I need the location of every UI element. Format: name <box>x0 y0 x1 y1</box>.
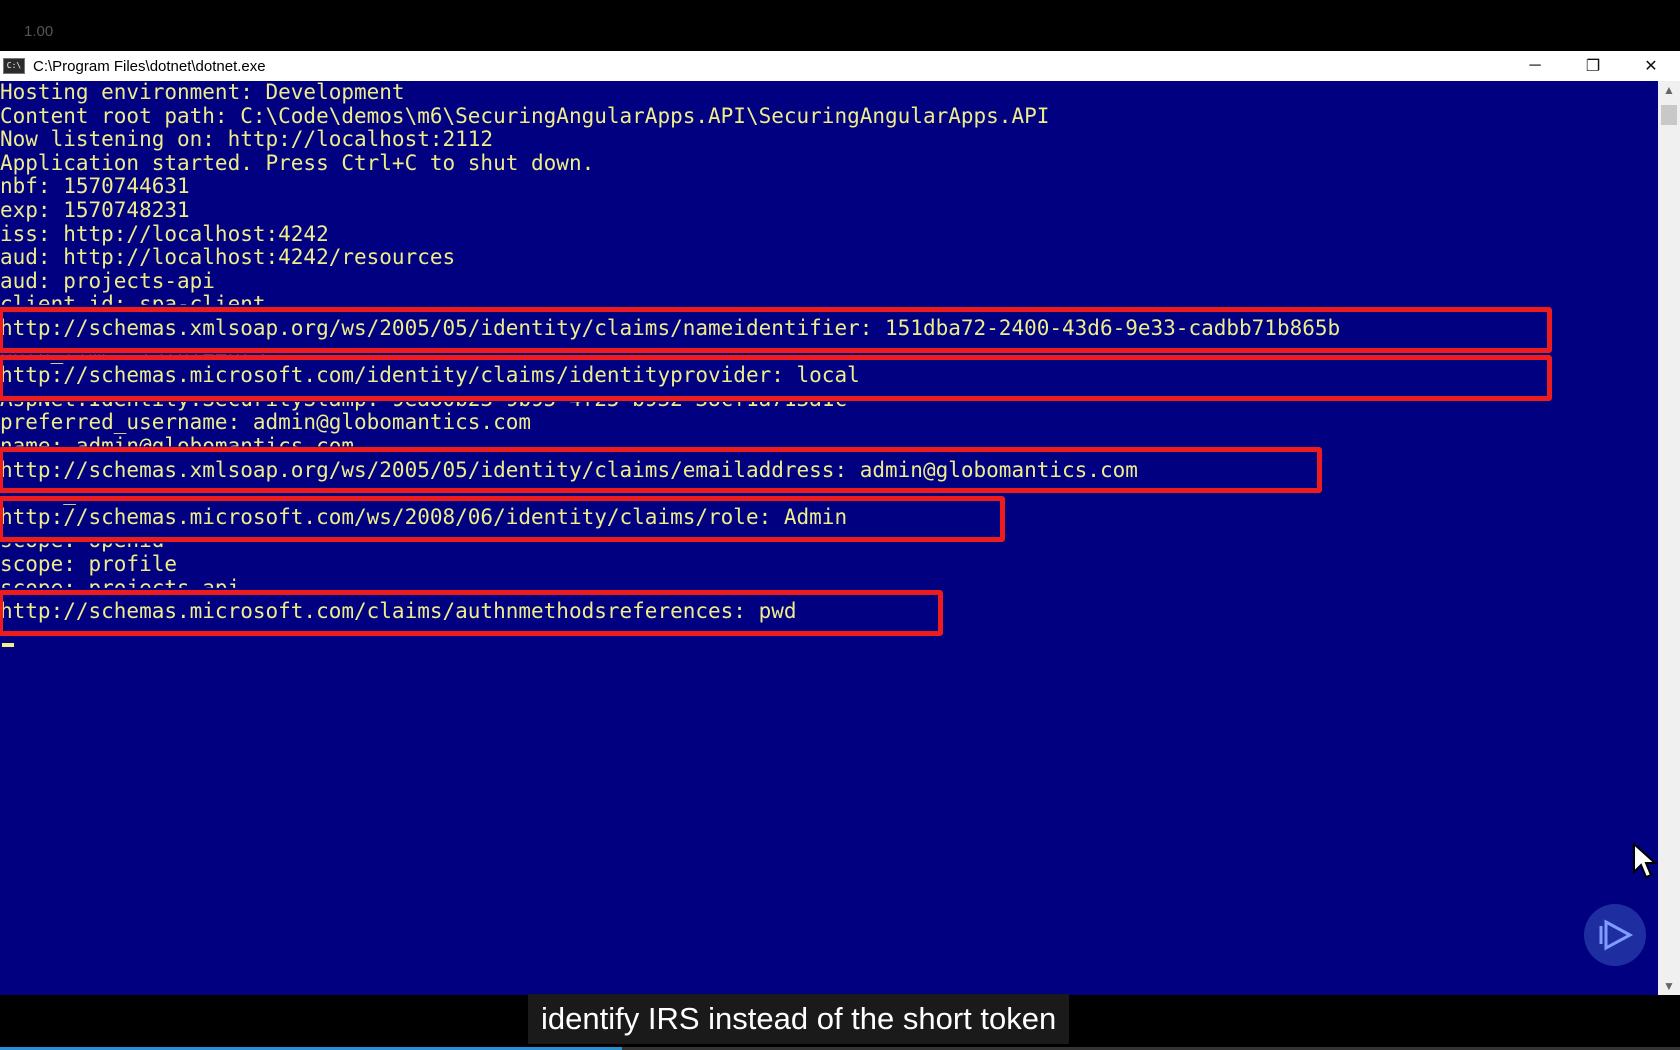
playback-speed-label[interactable]: 1.00 <box>24 23 53 40</box>
console-line: iss: http://localhost:4242 <box>0 221 329 246</box>
subtitle-caption: identify IRS instead of the short token <box>528 994 1070 1044</box>
close-button[interactable]: ✕ <box>1622 51 1680 81</box>
mouse-pointer-icon <box>1633 842 1658 879</box>
console-line: Application started. Press Ctrl+C to shu… <box>0 150 595 175</box>
scroll-down-arrow-icon[interactable]: ▼ <box>1658 977 1680 995</box>
console-output[interactable]: Hosting environment: Development Content… <box>0 81 1658 995</box>
highlight-box-nameidentifier <box>0 307 1552 353</box>
console-line: scope: profile <box>0 552 178 576</box>
highlight-box-role <box>0 496 1005 542</box>
vertical-scrollbar[interactable]: ▲ ▼ <box>1658 81 1680 995</box>
window-titlebar[interactable]: C:\ C:\Program Files\dotnet\dotnet.exe ─… <box>0 51 1680 81</box>
console-line: Now listening on: http://localhost:2112 <box>0 127 494 152</box>
console-line: Hosting environment: Development <box>0 81 405 104</box>
console-line: exp: 1570748231 <box>0 198 190 222</box>
console-cursor <box>2 643 14 647</box>
minimize-button[interactable]: ─ <box>1506 51 1564 81</box>
highlight-box-authnmethodsreferences <box>0 590 943 636</box>
window-title: C:\Program Files\dotnet\dotnet.exe <box>33 57 266 75</box>
scroll-thumb[interactable] <box>1661 105 1677 125</box>
console-line: aud: projects-api <box>0 268 215 293</box>
restore-button[interactable]: ❐ <box>1564 51 1622 81</box>
console-line: preferred_username: admin@globomantics.c… <box>0 410 532 435</box>
highlight-box-identityprovider <box>0 355 1552 401</box>
console-line: aud: http://localhost:4242/resources <box>0 245 456 270</box>
console-app-icon: C:\ <box>3 58 25 74</box>
scroll-up-arrow-icon[interactable]: ▲ <box>1658 81 1680 99</box>
console-line: Content root path: C:\Code\demos\m6\Secu… <box>0 103 1050 128</box>
highlight-box-emailaddress <box>0 447 1322 493</box>
pluralsight-logo-icon <box>1584 904 1646 966</box>
console-line: nbf: 1570744631 <box>0 174 190 199</box>
window-controls: ─ ❐ ✕ <box>1506 51 1680 81</box>
